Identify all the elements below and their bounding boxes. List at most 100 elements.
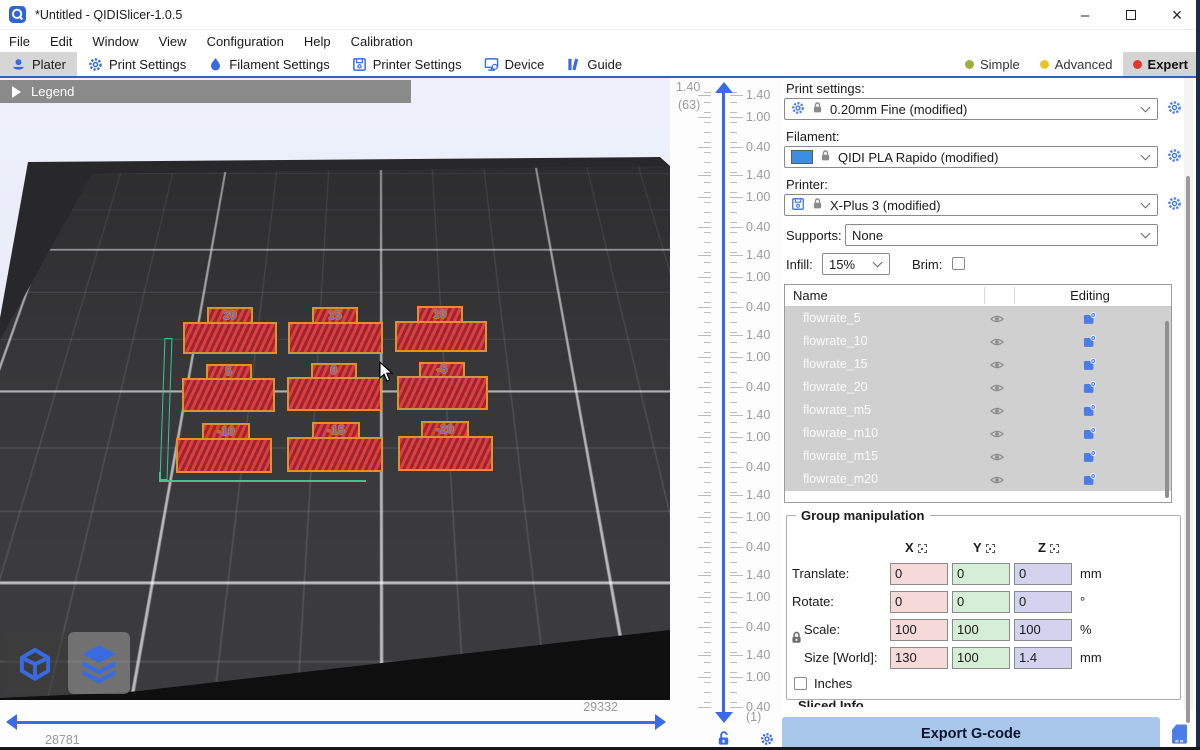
calibration-patch--15[interactable] bbox=[287, 437, 383, 472]
gm-rotate--x-input[interactable]: 0 bbox=[890, 591, 948, 613]
calibration-patch-tab--5[interactable]: -5 bbox=[419, 362, 465, 376]
object-row-flowrate_15[interactable]: flowrate_15 bbox=[785, 353, 1171, 376]
menu-configuration[interactable]: Configuration bbox=[197, 32, 294, 51]
menu-edit[interactable]: Edit bbox=[40, 32, 82, 51]
eye-icon[interactable] bbox=[990, 381, 1004, 398]
filament-gear-button[interactable] bbox=[1164, 146, 1184, 168]
calibration-patch-tab--20[interactable]: -20 bbox=[421, 421, 469, 436]
calibration-patch--20[interactable] bbox=[398, 436, 493, 471]
calibration-patch-tab-10[interactable]: 10 bbox=[417, 306, 463, 321]
close-button[interactable]: × bbox=[1154, 0, 1200, 30]
object-row-flowrate_5[interactable]: flowrate_5 bbox=[785, 307, 1171, 330]
move-slider-right-handle[interactable] bbox=[655, 714, 666, 730]
object-list-scrollbar[interactable] bbox=[1165, 321, 1169, 498]
menu-view[interactable]: View bbox=[149, 32, 197, 51]
edit-object-icon[interactable] bbox=[1083, 335, 1096, 351]
object-row-flowrate_m10[interactable]: flowrate_m10 bbox=[785, 422, 1171, 445]
calibration-patch-10[interactable] bbox=[395, 321, 487, 352]
preview-layers-view-button[interactable] bbox=[68, 632, 130, 694]
mode-advanced[interactable]: Advanced bbox=[1030, 52, 1123, 76]
eye-icon[interactable] bbox=[990, 427, 1004, 444]
gcode-move-slider[interactable]: 29332 28781 bbox=[0, 700, 670, 750]
eye-icon[interactable] bbox=[990, 473, 1004, 490]
edit-object-icon[interactable] bbox=[1083, 358, 1096, 374]
inches-checkbox[interactable] bbox=[794, 677, 807, 690]
gm-size--world---z-input[interactable]: 1.4 bbox=[1014, 647, 1072, 669]
menu-file[interactable]: File bbox=[0, 32, 40, 51]
menu-calibration[interactable]: Calibration bbox=[341, 32, 423, 51]
uniform-scale-lock-icon[interactable] bbox=[790, 630, 803, 648]
gm-scale--x-input[interactable]: 100 bbox=[890, 619, 948, 641]
gm-rotate--z-input[interactable]: 0 bbox=[1014, 591, 1072, 613]
column-header-editing[interactable]: Editing bbox=[1040, 288, 1140, 303]
tab-printer-settings[interactable]: Printer Settings bbox=[341, 52, 473, 76]
calibration-patch-0[interactable] bbox=[287, 377, 382, 411]
calibration-patch-tab-0[interactable]: 0 bbox=[311, 363, 357, 377]
gm-rotate--y-input[interactable]: 0 bbox=[952, 591, 1010, 613]
calibration-patch-5[interactable] bbox=[182, 378, 275, 412]
object-row-flowrate_10[interactable]: flowrate_10 bbox=[785, 330, 1171, 353]
gm-size--world---x-input[interactable]: 130 bbox=[890, 647, 948, 669]
sidebar-scrollbar-thumb[interactable] bbox=[1186, 176, 1190, 723]
calibration-patch-tab-5[interactable]: 5 bbox=[206, 364, 252, 378]
calibration-patch-tab--15[interactable]: -15 bbox=[312, 422, 360, 437]
filament-combo[interactable]: QIDI PLA Rapido (modified) bbox=[784, 146, 1158, 168]
editor-3d-view-button[interactable] bbox=[4, 632, 66, 694]
mode-simple[interactable]: Simple bbox=[955, 52, 1030, 76]
preview-viewport[interactable]: 20 15 10 5 0 -5 -10 -15 -20 Legend bbox=[0, 78, 670, 750]
eye-icon[interactable] bbox=[990, 450, 1004, 467]
move-slider-left-handle[interactable] bbox=[6, 714, 17, 730]
edit-object-icon[interactable] bbox=[1083, 381, 1096, 397]
supports-select[interactable]: None bbox=[845, 224, 1158, 246]
object-row-flowrate_m5[interactable]: flowrate_m5 bbox=[785, 399, 1171, 422]
tab-device[interactable]: Device bbox=[473, 52, 556, 76]
calibration-patch-tab-20[interactable]: 20 bbox=[207, 307, 253, 322]
gm-scale--y-input[interactable]: 100 bbox=[952, 619, 1010, 641]
brim-checkbox[interactable] bbox=[952, 257, 965, 270]
calibration-patch--10[interactable] bbox=[176, 438, 272, 473]
tab-print-settings[interactable]: Print Settings bbox=[77, 52, 197, 76]
object-row-flowrate_m20[interactable]: flowrate_m20 bbox=[785, 468, 1171, 491]
legend-collapsed-bar[interactable]: Legend bbox=[0, 80, 411, 103]
layer-slider-track[interactable] bbox=[722, 92, 725, 712]
tab-filament-settings[interactable]: Filament Settings bbox=[197, 52, 340, 76]
calibration-patch-20[interactable] bbox=[183, 322, 277, 354]
gm-size--world---y-input[interactable]: 100 bbox=[952, 647, 1010, 669]
tab-plater[interactable]: Plater bbox=[0, 52, 77, 76]
infill-select[interactable]: 15% bbox=[822, 253, 890, 275]
column-header-name[interactable]: Name bbox=[793, 288, 828, 303]
calibration-patch-tab--10[interactable]: -10 bbox=[202, 423, 250, 438]
print-settings-gear-button[interactable] bbox=[1164, 98, 1184, 120]
calibration-patch-tab-15[interactable]: 15 bbox=[312, 307, 358, 322]
printer-combo[interactable]: X-Plus 3 (modified) bbox=[784, 194, 1158, 216]
eye-icon[interactable] bbox=[990, 335, 1004, 352]
object-row-flowrate_20[interactable]: flowrate_20 bbox=[785, 376, 1171, 399]
eye-icon[interactable] bbox=[990, 404, 1004, 421]
mode-expert[interactable]: Expert bbox=[1123, 52, 1198, 76]
edit-object-icon[interactable] bbox=[1083, 473, 1096, 489]
maximize-button[interactable] bbox=[1108, 0, 1154, 30]
minimize-button[interactable]: – bbox=[1062, 0, 1108, 30]
edit-object-icon[interactable] bbox=[1083, 427, 1096, 443]
object-row-flowrate_m15[interactable]: flowrate_m15 bbox=[785, 445, 1171, 468]
layer-slider[interactable]: 1.40 (63) 1.401.000.401.401.000.401.401.… bbox=[670, 78, 782, 750]
menu-window[interactable]: Window bbox=[82, 32, 148, 51]
edit-object-icon[interactable] bbox=[1083, 312, 1096, 328]
gm-translate--z-input[interactable]: 0 bbox=[1014, 563, 1072, 585]
move-slider-track[interactable] bbox=[16, 721, 656, 724]
print-settings-combo[interactable]: 0.20mm Fine (modified) bbox=[784, 98, 1158, 120]
layer-slider-top-handle[interactable] bbox=[715, 82, 733, 93]
calibration-patch--5[interactable] bbox=[397, 376, 488, 410]
export-gcode-button[interactable]: Export G-code bbox=[782, 717, 1160, 750]
edit-object-icon[interactable] bbox=[1083, 404, 1096, 420]
gm-translate--x-input[interactable]: 0 bbox=[890, 563, 948, 585]
gm-translate--y-input[interactable]: 0 bbox=[952, 563, 1010, 585]
menu-help[interactable]: Help bbox=[294, 32, 341, 51]
gm-scale--z-input[interactable]: 100 bbox=[1014, 619, 1072, 641]
tab-guide[interactable]: Guide bbox=[555, 52, 633, 76]
edit-object-icon[interactable] bbox=[1083, 450, 1096, 466]
eye-icon[interactable] bbox=[990, 312, 1004, 329]
printer-gear-button[interactable] bbox=[1164, 194, 1184, 216]
eye-icon[interactable] bbox=[990, 358, 1004, 375]
calibration-patch-15[interactable] bbox=[288, 322, 383, 354]
